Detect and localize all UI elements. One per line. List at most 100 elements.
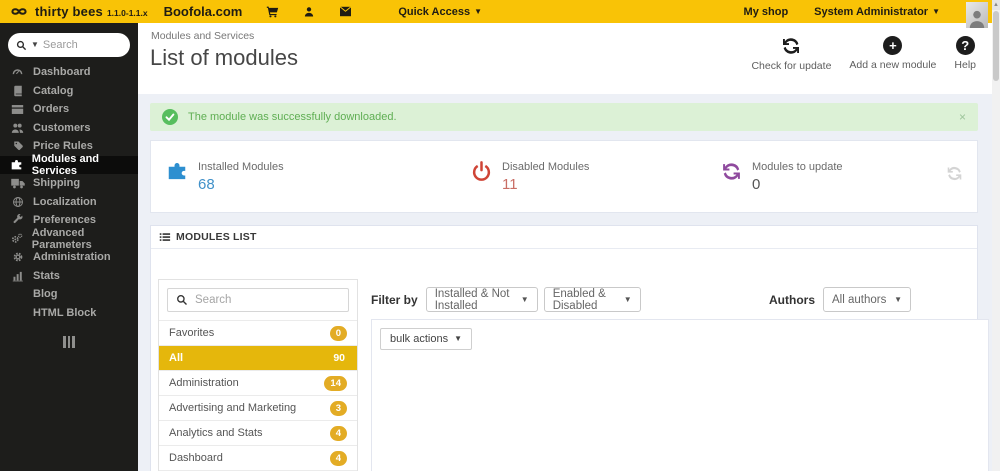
kpi-modules-to-update: Modules to update 0 <box>706 161 843 193</box>
brand-name: thirty bees <box>35 4 103 19</box>
chevron-down-icon: ▼ <box>31 40 39 49</box>
search-icon <box>176 294 188 306</box>
check-for-update-button[interactable]: Check for update <box>751 36 831 72</box>
chevron-down-icon: ▼ <box>454 334 463 343</box>
scrollbar-thumb[interactable] <box>993 11 999 81</box>
question-circle-icon: ? <box>955 36 975 55</box>
sidebar-menu: Dashboard Catalog Orders Customers Price… <box>0 63 138 322</box>
sidebar-search[interactable]: ▼ <box>8 33 130 57</box>
module-search-box[interactable] <box>167 288 349 312</box>
thirtybees-logo-icon <box>9 4 29 19</box>
kpi-disabled-modules: Disabled Modules 11 <box>456 161 706 193</box>
bulk-actions-button[interactable]: bulk actions ▼ <box>380 328 473 350</box>
customers-icon <box>10 122 25 134</box>
search-icon <box>16 40 27 51</box>
authors-select[interactable]: All authors ▼ <box>823 287 911 312</box>
category-analytics-stats[interactable]: Analytics and Stats 4 <box>159 420 357 445</box>
cart-icon[interactable] <box>266 5 279 18</box>
version-label: 1.1.0-1.1.x <box>106 8 148 18</box>
sidebar-item-catalog[interactable]: Catalog <box>0 82 138 101</box>
installed-filter-select[interactable]: Installed & Not Installed ▼ <box>425 287 538 312</box>
sidebar-item-administration[interactable]: Administration <box>0 248 138 267</box>
sidebar-item-stats[interactable]: Stats <box>0 267 138 286</box>
user-menu[interactable]: System Administrator ▼ <box>814 6 940 18</box>
scroll-up-arrow-icon[interactable]: ▲ <box>992 0 1000 10</box>
page-title: List of modules <box>150 45 298 70</box>
refresh-icon <box>781 36 801 56</box>
category-all[interactable]: All 90 <box>159 345 357 370</box>
sidebar-search-input[interactable] <box>42 39 113 51</box>
count-badge: 14 <box>324 375 347 391</box>
page-header: Modules and Services List of modules Che… <box>138 23 992 94</box>
gauge-icon <box>10 66 25 79</box>
bar-chart-icon <box>10 270 25 282</box>
puzzle-icon <box>166 161 188 182</box>
mail-icon[interactable] <box>339 6 352 17</box>
quick-access-menu[interactable]: Quick Access ▼ <box>398 6 482 18</box>
chevron-down-icon: ▼ <box>520 294 529 304</box>
help-button[interactable]: ? Help <box>954 36 976 72</box>
panel-header: MODULES LIST <box>151 226 977 249</box>
truck-icon <box>10 178 25 189</box>
success-alert: The module was successfully downloaded. … <box>150 103 978 131</box>
category-filter-box: Favorites 0 All 90 Administration 14 Adv… <box>158 279 358 471</box>
close-icon[interactable]: × <box>959 110 966 124</box>
panel-title: MODULES LIST <box>176 231 257 243</box>
topbar: thirty bees 1.1.0-1.1.x Boofola.com Quic… <box>0 0 992 28</box>
book-icon <box>10 85 25 97</box>
avatar[interactable] <box>966 1 988 28</box>
modules-list-panel: MODULES LIST Favorites 0 <box>150 225 989 471</box>
module-search-input[interactable] <box>195 294 325 306</box>
shop-link[interactable]: Boofola.com <box>164 4 243 19</box>
vertical-scrollbar[interactable]: ▲ <box>992 0 1000 471</box>
count-badge: 4 <box>329 425 347 441</box>
count-badge: 3 <box>329 400 347 416</box>
user-icon[interactable] <box>303 6 315 18</box>
my-shop-link[interactable]: My shop <box>744 6 789 18</box>
authors-label: Authors <box>769 292 815 307</box>
sidebar-item-customers[interactable]: Customers <box>0 119 138 138</box>
enabled-filter-select[interactable]: Enabled & Disabled ▼ <box>543 287 641 312</box>
wrench-icon <box>10 214 25 226</box>
check-circle-icon <box>162 109 178 125</box>
kpi-panel: Installed Modules 68 Disabled Modules 11 <box>150 140 978 213</box>
sidebar-collapse-toggle-icon[interactable] <box>61 336 77 348</box>
sidebar-item-html-block[interactable]: HTML Block <box>0 304 138 323</box>
sidebar-item-blog[interactable]: Blog <box>0 285 138 304</box>
breadcrumb: Modules and Services <box>151 30 255 42</box>
count-badge: 0 <box>329 325 347 341</box>
list-icon <box>159 231 171 243</box>
sidebar-item-dashboard[interactable]: Dashboard <box>0 63 138 82</box>
main-content: Modules and Services List of modules Che… <box>138 23 992 471</box>
sidebar: ▼ Dashboard Catalog Orders <box>0 23 138 471</box>
cogs-icon <box>10 233 24 245</box>
refresh-kpi-icon[interactable] <box>946 165 963 182</box>
credit-card-icon <box>10 104 25 115</box>
sidebar-item-shipping[interactable]: Shipping <box>0 174 138 193</box>
chevron-down-icon: ▼ <box>474 6 482 16</box>
chevron-down-icon: ▼ <box>623 294 632 304</box>
category-advertising-marketing[interactable]: Advertising and Marketing 3 <box>159 395 357 420</box>
power-icon <box>471 160 492 182</box>
add-new-module-button[interactable]: + Add a new module <box>849 36 936 72</box>
sidebar-item-modules-and-services[interactable]: Modules and Services <box>0 153 138 177</box>
sidebar-item-orders[interactable]: Orders <box>0 100 138 119</box>
sidebar-item-localization[interactable]: Localization <box>0 193 138 212</box>
alert-message: The module was successfully downloaded. <box>188 111 397 123</box>
chevron-down-icon: ▼ <box>894 294 902 304</box>
plus-circle-icon: + <box>883 36 903 55</box>
filter-by-label: Filter by <box>371 292 418 307</box>
kpi-value: 11 <box>502 175 518 193</box>
count-badge: 90 <box>333 352 345 364</box>
admin-screen: thirty bees 1.1.0-1.1.x Boofola.com Quic… <box>0 0 1000 471</box>
category-administration[interactable]: Administration 14 <box>159 370 357 395</box>
refresh-icon <box>721 161 742 182</box>
kpi-value: 68 <box>198 175 215 193</box>
category-dashboard[interactable]: Dashboard 4 <box>159 445 357 470</box>
count-badge: 4 <box>329 450 347 466</box>
category-favorites[interactable]: Favorites 0 <box>159 320 357 345</box>
kpi-value: 0 <box>752 175 761 193</box>
sidebar-item-advanced-parameters[interactable]: Advanced Parameters <box>0 227 138 251</box>
chevron-down-icon: ▼ <box>932 6 940 16</box>
kpi-installed-modules: Installed Modules 68 <box>151 161 456 193</box>
